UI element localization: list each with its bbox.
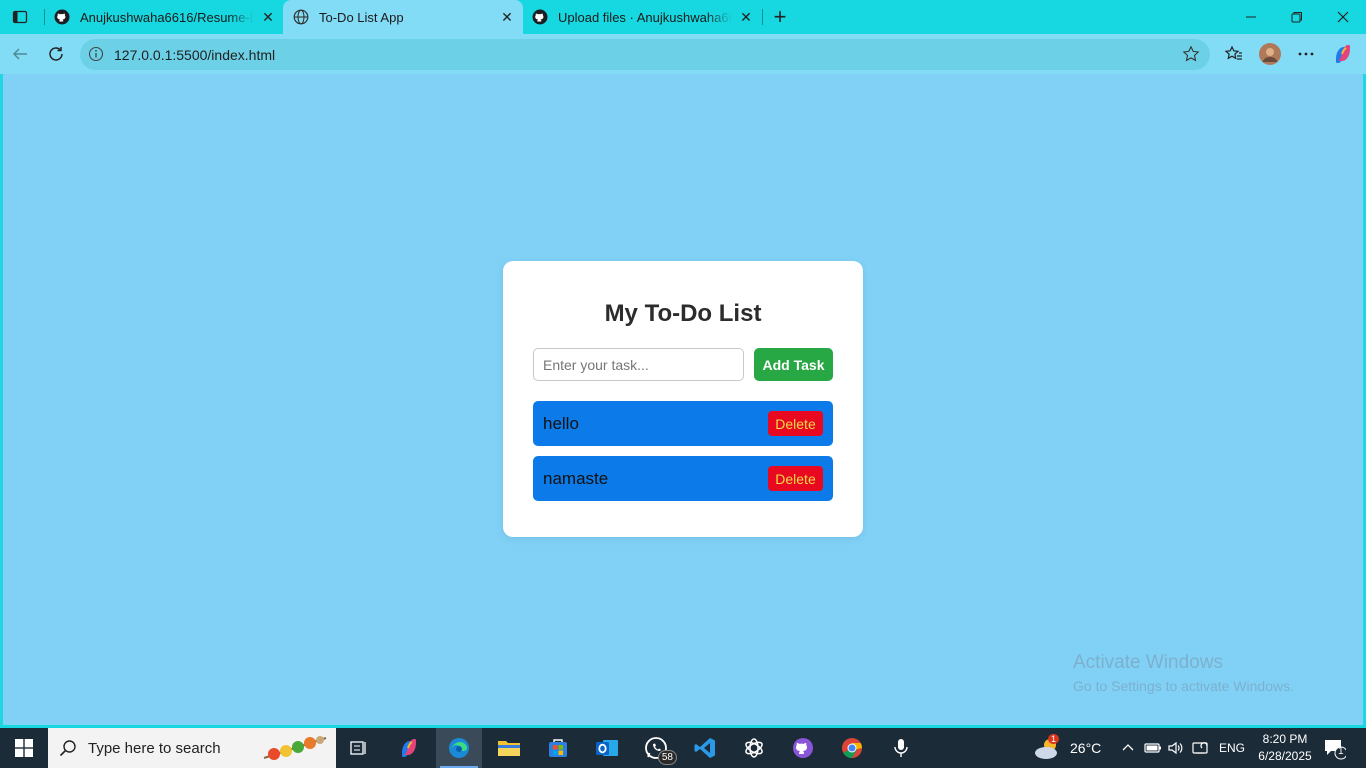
taskbar: Type here to search 58 1 26°C ENG 8:20 P… xyxy=(0,728,1366,768)
language-label: ENG xyxy=(1219,741,1246,755)
edge-browser-icon[interactable] xyxy=(436,728,482,768)
url-text: 127.0.0.1:5500/index.html xyxy=(114,47,276,63)
task-text: namaste xyxy=(543,469,609,488)
todo-card: My To-Do List Add Task hello Delete nama… xyxy=(503,261,863,537)
delete-task-button[interactable]: Delete xyxy=(768,411,823,436)
notification-center-icon[interactable]: 1 xyxy=(1322,736,1348,760)
clock-date: 6/28/2025 xyxy=(1258,749,1312,763)
refresh-icon[interactable] xyxy=(42,40,70,68)
whatsapp-badge: 58 xyxy=(657,750,677,765)
tab-resume-builder[interactable]: Anujkushwaha6616/Resume-builder ✕ xyxy=(44,0,284,34)
watermark-subtitle: Go to Settings to activate Windows. xyxy=(1073,678,1294,694)
task-list: hello Delete namaste Delete xyxy=(533,401,833,511)
vscode-icon[interactable] xyxy=(682,728,728,768)
tab-title: To-Do List App xyxy=(319,9,404,25)
close-window-icon[interactable] xyxy=(1320,0,1366,34)
tab-title: Anujkushwaha6616/Resume-builder xyxy=(80,9,254,25)
windows-start-icon[interactable] xyxy=(0,728,48,768)
task-text: hello xyxy=(543,414,579,433)
close-tab-icon[interactable]: ✕ xyxy=(738,9,754,25)
delete-task-button[interactable]: Delete xyxy=(768,466,823,491)
search-placeholder: Type here to search xyxy=(88,739,221,757)
weather-widget[interactable]: 1 26°C xyxy=(1032,728,1101,768)
notification-count: 1 xyxy=(1338,746,1344,757)
address-bar[interactable]: 127.0.0.1:5500/index.html xyxy=(80,39,1210,70)
task-item: hello Delete xyxy=(533,401,833,446)
tab-upload-files[interactable]: Upload files · Anujkushwaha6616/Resume-b… xyxy=(522,0,762,34)
activation-watermark: Activate Windows Go to Settings to activ… xyxy=(1073,652,1294,694)
taskbar-search[interactable]: Type here to search xyxy=(48,728,336,768)
back-icon[interactable] xyxy=(6,40,34,68)
minimize-icon[interactable] xyxy=(1228,0,1274,34)
copilot-icon[interactable] xyxy=(1331,42,1355,66)
github-icon xyxy=(54,9,70,25)
battery-icon[interactable] xyxy=(1144,728,1162,768)
voice-access-icon[interactable] xyxy=(878,728,924,768)
tab-todo-app[interactable]: To-Do List App ✕ xyxy=(283,0,523,34)
browser-toolbar: 127.0.0.1:5500/index.html xyxy=(0,34,1366,74)
whatsapp-icon[interactable]: 58 xyxy=(633,728,679,768)
search-icon xyxy=(48,739,88,757)
tab-strip: Anujkushwaha6616/Resume-builder ✕ To-Do … xyxy=(0,0,1366,34)
tab-actions-icon[interactable] xyxy=(6,4,34,30)
file-explorer-icon[interactable] xyxy=(486,728,532,768)
restore-icon[interactable] xyxy=(1274,0,1320,34)
add-task-button[interactable]: Add Task xyxy=(754,348,833,381)
profile-avatar[interactable] xyxy=(1258,42,1282,66)
outlook-icon[interactable] xyxy=(584,728,630,768)
tab-separator xyxy=(762,9,763,25)
github-icon xyxy=(532,9,548,25)
globe-icon xyxy=(293,9,309,25)
copilot-app-icon[interactable] xyxy=(386,728,432,768)
close-tab-icon[interactable]: ✕ xyxy=(499,9,515,25)
page-title: My To-Do List xyxy=(604,300,762,327)
clock-time: 8:20 PM xyxy=(1262,732,1308,746)
language-indicator[interactable]: ENG xyxy=(1219,728,1245,768)
weather-badge: 1 xyxy=(1048,734,1060,744)
search-highlight-icon xyxy=(260,732,330,768)
system-clock[interactable]: 8:20 PM 6/28/2025 xyxy=(1249,731,1321,765)
tab-title: Upload files · Anujkushwaha6616/Resume-b… xyxy=(558,9,732,25)
close-tab-icon[interactable]: ✕ xyxy=(260,9,276,25)
microsoft-store-icon[interactable] xyxy=(535,728,581,768)
github-desktop-icon[interactable] xyxy=(780,728,826,768)
favorite-star-icon[interactable] xyxy=(1182,45,1200,63)
favorites-icon[interactable] xyxy=(1222,42,1246,66)
weather-temperature: 26°C xyxy=(1070,740,1102,756)
task-item: namaste Delete xyxy=(533,456,833,501)
chrome-icon[interactable] xyxy=(829,728,875,768)
volume-icon[interactable] xyxy=(1167,728,1185,768)
task-input[interactable] xyxy=(533,348,744,381)
chatgpt-icon[interactable] xyxy=(731,728,777,768)
page-viewport: My To-Do List Add Task hello Delete nama… xyxy=(3,74,1363,725)
watermark-title: Activate Windows xyxy=(1073,652,1223,673)
more-options-icon[interactable] xyxy=(1294,42,1318,66)
task-view-icon[interactable] xyxy=(336,728,382,768)
network-icon[interactable] xyxy=(1191,728,1211,768)
weather-icon: 1 xyxy=(1032,734,1062,760)
site-info-icon[interactable] xyxy=(88,46,104,62)
new-tab-icon[interactable]: + xyxy=(767,4,793,30)
show-hidden-icons[interactable] xyxy=(1120,728,1136,768)
